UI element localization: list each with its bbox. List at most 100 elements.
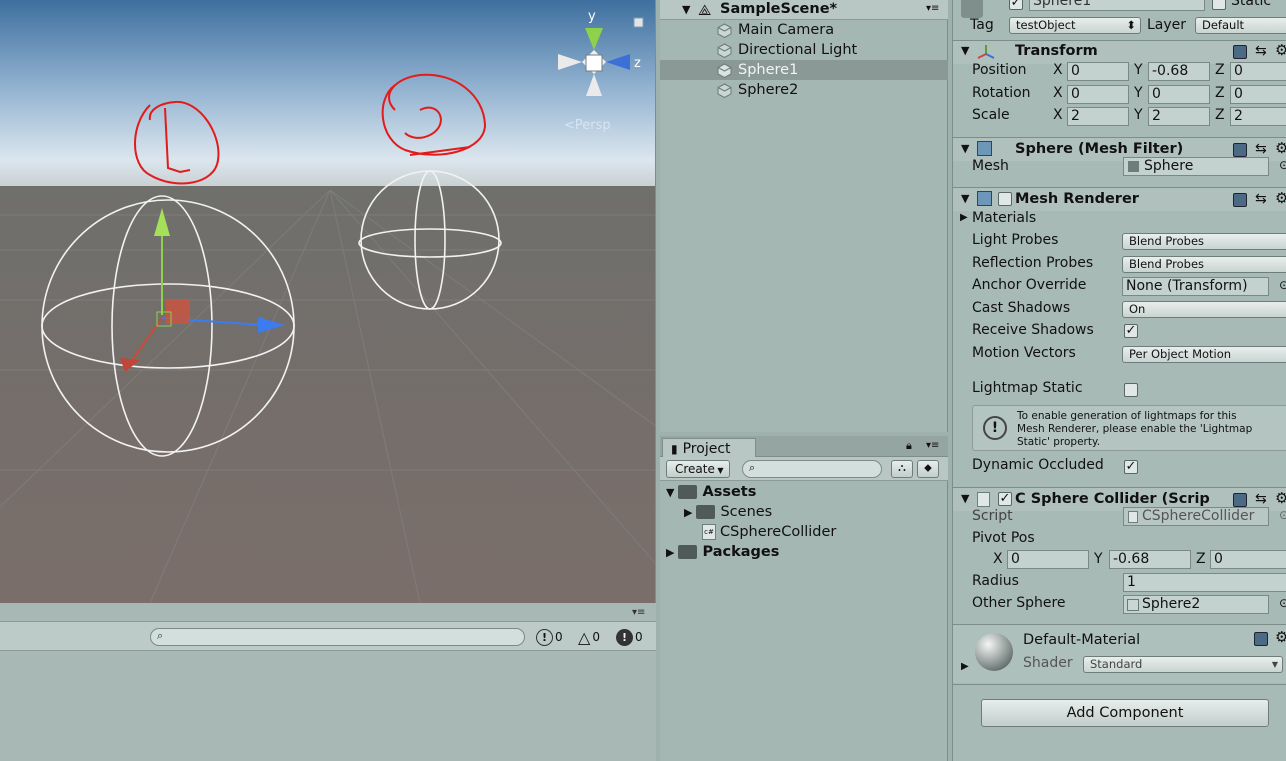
anchor-override-field[interactable]: None (Transform) — [1122, 277, 1269, 296]
mesh-renderer-enabled-checkbox[interactable] — [998, 192, 1012, 206]
mesh-field[interactable]: Sphere — [1123, 157, 1269, 176]
gear-icon[interactable]: ⚙ — [1275, 139, 1286, 157]
dynamic-occluded-checkbox[interactable]: ✓ — [1124, 460, 1138, 474]
receive-shadows-checkbox[interactable]: ✓ — [1124, 324, 1138, 338]
object-picker-icon[interactable]: ⊙ — [1279, 596, 1286, 610]
object-name-field[interactable]: Sphere1 — [1029, 0, 1205, 11]
preset-icon[interactable]: ⇆ — [1255, 43, 1267, 59]
tag-dropdown[interactable]: testObject ⬍ — [1009, 17, 1141, 34]
console-warn-toggle[interactable]: △ 0 — [578, 627, 600, 647]
hierarchy-item-sphere2[interactable]: Sphere2 — [660, 80, 948, 100]
collider-enabled-checkbox[interactable]: ✓ — [998, 492, 1012, 506]
tree-assets[interactable]: ▼ Assets — [666, 484, 756, 500]
hierarchy-item-directional-light[interactable]: Directional Light — [660, 40, 948, 60]
filter-label-icon[interactable]: ⬥ — [917, 460, 939, 478]
help-book-icon[interactable] — [1233, 193, 1247, 207]
expand-arrow-icon[interactable]: ▶ — [961, 661, 969, 672]
material-name: Default-Material — [1023, 632, 1141, 648]
collapse-arrow-icon[interactable]: ▼ — [961, 492, 969, 505]
gameobject-cube-icon — [717, 62, 732, 78]
help-book-icon[interactable] — [1233, 493, 1247, 507]
mesh-grid-icon — [1128, 161, 1139, 172]
motion-vectors-dropdown[interactable]: Per Object Motion — [1122, 346, 1286, 363]
rotation-z-field[interactable]: 0 — [1230, 85, 1286, 104]
scale-y-field[interactable]: 2 — [1148, 107, 1210, 126]
rotation-x-field[interactable]: 0 — [1067, 85, 1129, 104]
tree-packages[interactable]: ▶ Packages — [666, 544, 779, 560]
project-toolbar: Create ▼ ⌕ ⛬ ⬥ — [660, 457, 948, 481]
position-x-field[interactable]: 0 — [1067, 62, 1129, 81]
light-probes-dropdown[interactable]: Blend Probes — [1122, 233, 1286, 250]
collapse-arrow-icon[interactable]: ▼ — [682, 3, 690, 16]
console-menu-icon[interactable]: ▾≡ — [632, 607, 645, 618]
hierarchy-scene-row[interactable]: ▼ ⟁ SampleScene* ▾≡ — [660, 0, 948, 20]
gizmo-y-label: y — [588, 9, 596, 24]
help-book-icon[interactable] — [1233, 143, 1247, 157]
cast-shadows-dropdown[interactable]: On — [1122, 301, 1286, 318]
shader-dropdown[interactable]: Standard ▼ — [1083, 656, 1283, 673]
tree-scenes[interactable]: ▶ Scenes — [684, 504, 772, 520]
static-checkbox[interactable] — [1212, 0, 1226, 10]
tab-project[interactable]: ▮ Project — [662, 438, 756, 458]
folder-icon — [678, 545, 698, 559]
project-menu-icon[interactable]: ▾≡ — [926, 440, 939, 451]
scene-lock-icon[interactable] — [633, 17, 644, 28]
info-line-3: Static' property. — [1017, 436, 1101, 448]
reflection-probes-dropdown[interactable]: Blend Probes — [1122, 256, 1286, 273]
active-checkbox[interactable]: ✓ — [1009, 0, 1023, 10]
layer-dropdown[interactable]: Default — [1195, 17, 1286, 34]
materials-label[interactable]: Materials — [972, 210, 1036, 226]
mesh-renderer-header[interactable]: ▼ Mesh Renderer ⇆ ⚙ — [953, 187, 1286, 211]
persp-label[interactable]: <Persp — [564, 118, 611, 133]
gear-icon[interactable]: ⚙ — [1275, 489, 1286, 507]
preset-icon[interactable]: ⇆ — [1255, 191, 1267, 207]
scene-canvas[interactable]: y z — [0, 0, 656, 603]
cast-shadows-label: Cast Shadows — [972, 300, 1071, 316]
filter-type-icon[interactable]: ⛬ — [891, 460, 913, 478]
console-info-toggle[interactable]: ! 0 — [536, 627, 563, 647]
gear-icon[interactable]: ⚙ — [1275, 628, 1286, 646]
scene-view[interactable]: y z <Persp — [0, 0, 656, 603]
gear-icon[interactable]: ⚙ — [1275, 41, 1286, 59]
pivot-y-field[interactable]: -0.68 — [1109, 550, 1191, 569]
console-toolbar: ⌕ ! 0 △ 0 ! 0 — [0, 621, 656, 651]
rotation-y-field[interactable]: 0 — [1148, 85, 1210, 104]
expand-arrow-icon[interactable]: ▼ — [666, 486, 674, 499]
expand-arrow-icon[interactable]: ▶ — [960, 212, 968, 223]
collapse-arrow-icon[interactable]: ▼ — [961, 44, 969, 57]
object-picker-icon[interactable]: ⊙ — [1279, 278, 1286, 292]
scale-z-field[interactable]: 2 — [1230, 107, 1286, 126]
tree-script[interactable]: c# CSphereCollider — [702, 524, 836, 540]
gear-icon[interactable]: ⚙ — [1275, 189, 1286, 207]
help-book-icon[interactable] — [1233, 45, 1247, 59]
preset-icon[interactable]: ⇆ — [1255, 491, 1267, 507]
scale-x-field[interactable]: 2 — [1067, 107, 1129, 126]
add-component-button[interactable]: Add Component — [981, 699, 1269, 727]
pivot-x-field[interactable]: 0 — [1007, 550, 1089, 569]
position-z-field[interactable]: 0 — [1230, 62, 1286, 81]
expand-arrow-icon[interactable]: ▶ — [666, 546, 674, 559]
console-search-input[interactable]: ⌕ — [150, 628, 525, 646]
help-book-icon[interactable] — [1254, 632, 1268, 646]
x-label: X — [1053, 62, 1063, 78]
other-sphere-field[interactable]: Sphere2 — [1123, 595, 1269, 614]
z-label: Z — [1215, 62, 1225, 78]
lock-icon[interactable]: 🔒︎ — [906, 439, 912, 453]
project-search-input[interactable]: ⌕ — [742, 460, 882, 478]
radius-field[interactable]: 1 — [1123, 573, 1286, 592]
create-button[interactable]: Create ▼ — [666, 460, 730, 478]
lightmap-static-checkbox[interactable] — [1124, 383, 1138, 397]
object-picker-icon[interactable]: ⊙ — [1279, 158, 1286, 172]
hierarchy-item-sphere1[interactable]: Sphere1 — [660, 60, 948, 80]
position-y-field[interactable]: -0.68 — [1148, 62, 1210, 81]
expand-arrow-icon[interactable]: ▶ — [684, 506, 692, 519]
hierarchy-menu-icon[interactable]: ▾≡ — [926, 3, 939, 14]
collapse-arrow-icon[interactable]: ▼ — [961, 192, 969, 205]
console-error-toggle[interactable]: ! 0 — [616, 627, 643, 647]
pivot-z-field[interactable]: 0 — [1210, 550, 1286, 569]
preset-icon[interactable]: ⇆ — [1255, 141, 1267, 157]
transform-header[interactable]: ▼ Transform ⇆ ⚙ — [953, 40, 1286, 64]
collapse-arrow-icon[interactable]: ▼ — [961, 142, 969, 155]
x-label: X — [1053, 85, 1063, 101]
hierarchy-item-main-camera[interactable]: Main Camera — [660, 20, 948, 40]
